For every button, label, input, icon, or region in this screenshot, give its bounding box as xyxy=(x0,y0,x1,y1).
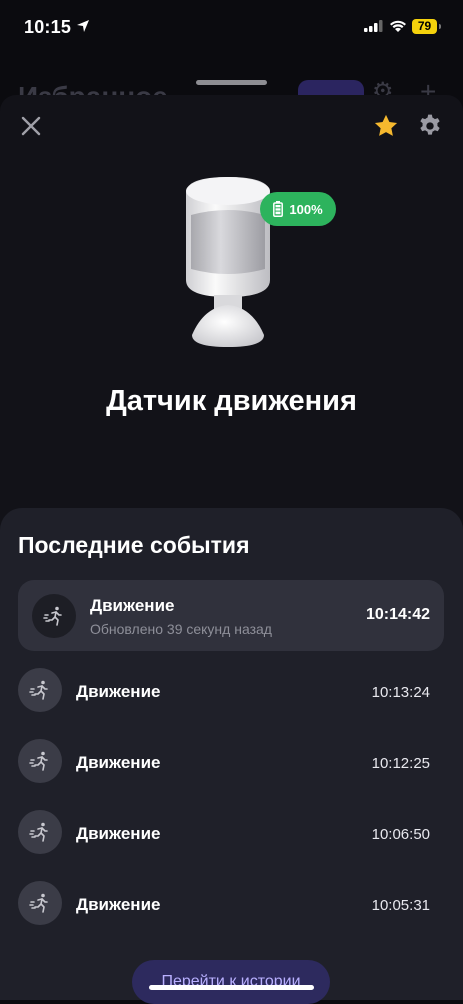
events-heading: Последние события xyxy=(18,532,250,558)
event-row[interactable]: Движение 10:12:25 xyxy=(0,739,463,789)
event-name: Движение xyxy=(76,895,161,914)
event-row[interactable]: Движение 10:06:50 xyxy=(0,810,463,860)
event-time: 10:12:25 xyxy=(371,755,430,772)
motion-running-icon xyxy=(18,881,62,925)
recent-events-panel: Последние события Движение Обновлено 39 … xyxy=(0,508,463,1000)
gear-icon[interactable] xyxy=(417,113,443,139)
motion-running-icon xyxy=(18,810,62,854)
event-name: Движение xyxy=(76,824,161,843)
event-time: 10:14:42 xyxy=(365,606,430,623)
location-arrow-icon xyxy=(77,20,89,32)
battery-icon xyxy=(273,201,284,217)
event-row[interactable]: Движение 10:05:31 xyxy=(0,881,463,931)
wifi-icon xyxy=(390,20,406,32)
battery-indicator: 79 xyxy=(412,19,441,34)
home-indicator[interactable] xyxy=(149,985,314,990)
event-time: 10:05:31 xyxy=(371,897,430,914)
sheet-grabber[interactable] xyxy=(196,80,267,85)
event-updated-text: Обновлено 39 секунд назад xyxy=(90,621,272,637)
go-to-history-button[interactable]: Перейти к истории xyxy=(132,960,330,1004)
event-name: Движение xyxy=(76,753,161,772)
event-row[interactable]: Движение 10:13:24 xyxy=(0,668,463,718)
cellular-signal-icon xyxy=(364,20,383,32)
latest-event-card[interactable]: Движение Обновлено 39 секунд назад 10:14… xyxy=(18,580,444,651)
battery-level-text: 100% xyxy=(289,201,323,217)
status-time: 10:15 xyxy=(24,17,72,37)
motion-running-icon xyxy=(18,668,62,712)
event-time: 10:06:50 xyxy=(371,826,430,843)
event-time: 10:13:24 xyxy=(371,684,430,701)
event-name: Движение xyxy=(90,596,175,615)
close-icon[interactable] xyxy=(20,115,42,137)
battery-level-badge: 100% xyxy=(260,192,336,226)
status-bar: 10:15 79 xyxy=(0,0,463,54)
motion-running-icon xyxy=(32,594,76,638)
device-title: Датчик движения xyxy=(106,385,357,417)
event-name: Движение xyxy=(76,682,161,701)
device-sheet: 100% Датчик движения Последние события Д… xyxy=(0,95,463,1000)
star-icon[interactable] xyxy=(372,112,400,140)
motion-running-icon xyxy=(18,739,62,783)
